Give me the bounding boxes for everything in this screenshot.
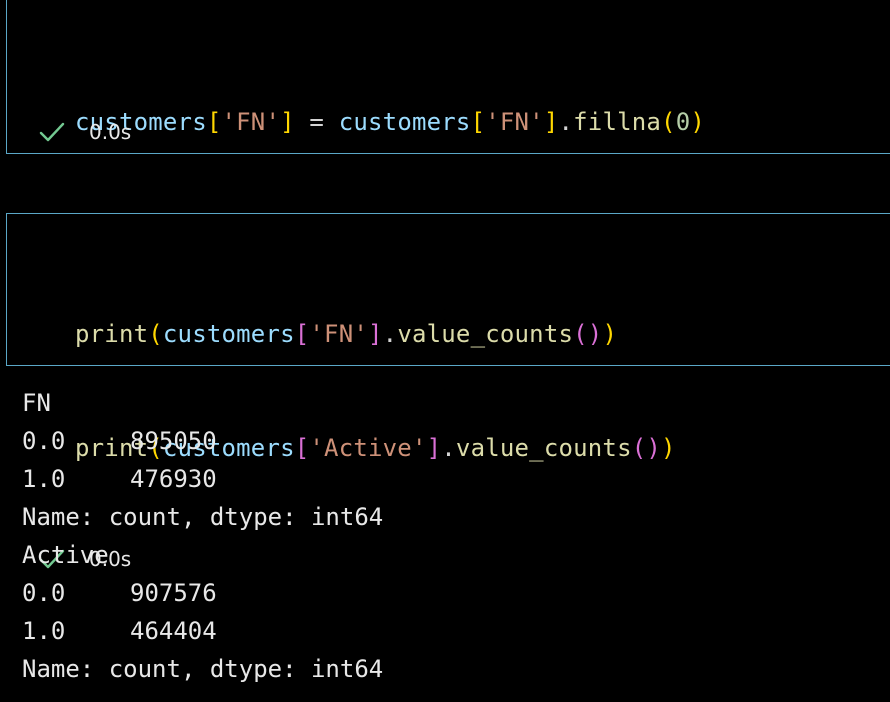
- output-value: 907576: [130, 579, 217, 607]
- output-index: 0.0: [22, 427, 66, 455]
- output-index: 1.0: [22, 617, 66, 645]
- code-token: ]: [280, 108, 295, 136]
- code-token: [: [470, 108, 486, 136]
- execution-time: 0.0s: [89, 120, 132, 144]
- code-cell-1[interactable]: customers['FN'] = customers['FN'].fillna…: [6, 0, 890, 250]
- code-token: 0: [675, 108, 691, 136]
- code-token: 'FN': [485, 108, 544, 136]
- code-token: .: [441, 434, 456, 462]
- execution-status: 0.0s: [39, 117, 131, 147]
- code-token: [: [294, 320, 310, 348]
- code-token: (: [573, 320, 588, 348]
- code-token: [: [206, 108, 222, 136]
- code-token: ]: [368, 320, 383, 348]
- code-token: (: [661, 108, 676, 136]
- code-token: ): [602, 320, 618, 348]
- code-token: (: [631, 434, 647, 462]
- output-value: 476930: [130, 465, 217, 493]
- code-token: customers: [162, 320, 295, 348]
- code-token: ): [661, 434, 676, 462]
- code-token: fillna: [573, 108, 662, 136]
- code-token: 'FN': [309, 320, 369, 348]
- code-token: ]: [426, 434, 442, 462]
- code-token: print: [75, 320, 149, 348]
- output-row: 1.0 464404: [22, 612, 383, 650]
- code-token: ): [646, 434, 662, 462]
- cell-output: FN 0.0 895050 1.0 476930 Name: count, dtype: …: [22, 384, 383, 688]
- code-token: 'FN': [221, 108, 281, 136]
- code-token: (: [148, 320, 163, 348]
- code-token: ): [690, 108, 706, 136]
- output-index: 0.0: [22, 579, 66, 607]
- code-token: .: [558, 108, 574, 136]
- code-cell-2[interactable]: print(customers['FN'].value_counts()) pr…: [6, 213, 890, 571]
- code-token: ): [587, 320, 603, 348]
- code-token: customers: [338, 108, 471, 136]
- output-text: Name: count, dtype: int64: [22, 503, 384, 531]
- output-value: 895050: [130, 427, 217, 455]
- output-value: 464404: [130, 617, 217, 645]
- code-line: print(customers['FN'].value_counts()): [75, 315, 676, 353]
- output-row: 0.0 895050: [22, 422, 383, 460]
- code-token: =: [294, 108, 339, 136]
- output-index: 1.0: [22, 465, 66, 493]
- code-line: customers['FN'] = customers['FN'].fillna…: [75, 103, 822, 141]
- code-token: value_counts: [455, 434, 632, 462]
- check-icon: [39, 122, 65, 142]
- code-token: ]: [543, 108, 559, 136]
- output-row: 1.0 476930: [22, 460, 383, 498]
- output-text: Name: count, dtype: int64: [22, 655, 384, 683]
- code-token: .: [382, 320, 398, 348]
- code-token: value_counts: [397, 320, 574, 348]
- output-text: FN: [22, 389, 51, 417]
- output-row: 0.0 907576: [22, 574, 383, 612]
- output-text: Active: [22, 541, 109, 569]
